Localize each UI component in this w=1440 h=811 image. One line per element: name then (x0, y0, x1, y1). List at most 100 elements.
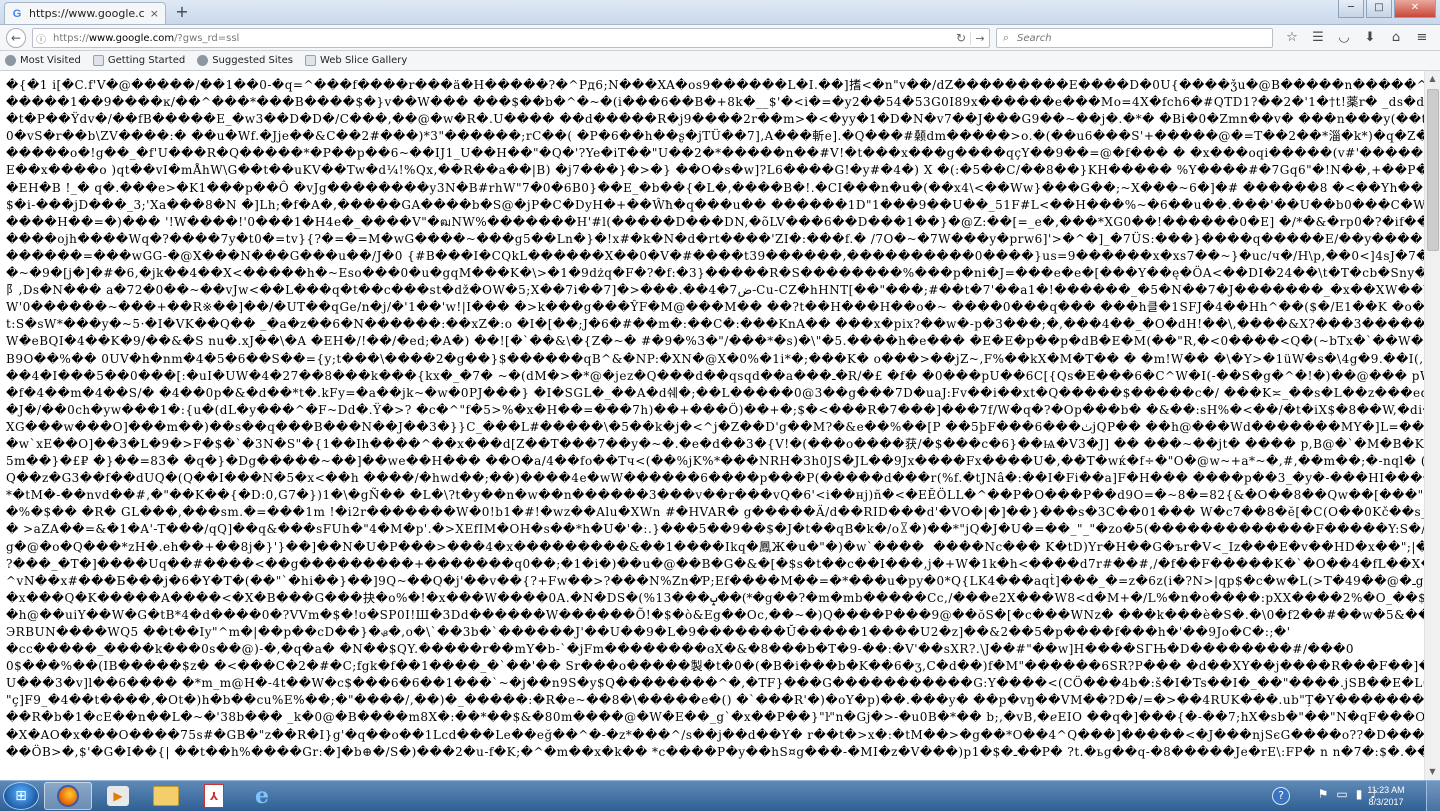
clock-time: 11:23 AM (1367, 785, 1405, 795)
gear-icon (5, 55, 16, 66)
tab-strip: G https://www.google.com/?g × + ─ □ ✕ (0, 0, 1440, 25)
scroll-up-arrow-icon[interactable]: ▲ (1425, 71, 1440, 87)
maximize-button[interactable]: □ (1366, 0, 1392, 18)
taskbar-firefox[interactable] (44, 782, 92, 810)
bookmark-web-slice-gallery[interactable]: Web Slice Gallery (300, 55, 414, 66)
bookmark-getting-started[interactable]: Getting Started (88, 55, 192, 66)
flag-icon[interactable]: ⚑ (1318, 787, 1329, 801)
garbled-text-line: ����ojh����Wq�?����7y�t0�=tv}{?�=�=M�wG�… (6, 231, 1424, 246)
tab-title: https://www.google.com/?g (29, 7, 144, 20)
new-tab-button[interactable]: + (172, 3, 192, 21)
close-window-button[interactable]: ✕ (1394, 0, 1436, 18)
garbled-text-line: �t�P��Ÿdv�/��fB�����E_�w3��D�D�/C���,��@… (6, 112, 1424, 127)
taskbar-internet-explorer[interactable]: e (238, 782, 286, 810)
close-tab-icon[interactable]: × (150, 7, 159, 20)
garbled-text-line: �cc�����_����k���0s��@)-�,�q�a� �N��$QY.… (6, 642, 1355, 657)
garbled-text-line: �{�1 i[�C.f'V�@�����/��1��0-�q=^���f����… (6, 78, 1424, 92)
download-icon[interactable]: ⬇ (1357, 29, 1383, 47)
bookmark-most-visited[interactable]: Most Visited (0, 55, 88, 66)
garbled-text-line: $�i-���jD���_3;'Xa���8�N �]Lh;�f�A�,����… (6, 197, 1424, 212)
vertical-scrollbar[interactable]: ▲ ▼ (1424, 71, 1440, 780)
reload-icon[interactable]: ↻ (952, 31, 970, 45)
internet-explorer-icon: e (255, 783, 269, 809)
windows-taskbar: ⊞ ▶ ⅄ e ? ⚑ ▭ ▮ ♪ 11:23 AM 8/3/2017 (0, 780, 1440, 811)
start-button[interactable]: ⊞ (3, 782, 39, 810)
garbled-text-line: 0$���%��(IB�����$z� �<���C�2�#�C;fgk�f��… (6, 659, 1424, 674)
garbled-text-line: g�@�o�Q���*zH�.eh��+��8j�}'}��]��N�U�P��… (6, 539, 1424, 554)
system-clock[interactable]: 11:23 AM 8/3/2017 (1366, 784, 1406, 808)
garbled-text-line: ��4�I���5��0���[:�uI�UW�4�27��8���k���{k… (6, 368, 1424, 383)
bookmark-suggested-sites[interactable]: Suggested Sites (192, 55, 300, 66)
garbled-text-line: ^vN��x#���Б���j�6�Y�T�(��"`�hi��}��]9Q~�… (6, 573, 1424, 588)
network-icon[interactable]: ▮ (1356, 787, 1363, 801)
garbled-text-line: XG���w���O]���m��)��s��q���B���N��J��3�}… (6, 419, 1424, 434)
garbled-text-line: ����H��=�)��� '!W����!'0���1�H4e�_����V"… (6, 214, 1424, 229)
menu-icon[interactable]: ≡ (1409, 29, 1435, 47)
show-desktop-button[interactable] (1426, 781, 1440, 811)
garbled-text-line: ?���_�T�]����Uq��#����<��g���������+����… (6, 556, 1424, 571)
search-input[interactable] (1015, 31, 1259, 45)
garbled-text-line: ЭRBUN����WQ5 ��t��Iy"^m�|��p��cD��}�ᏸ�,o… (6, 625, 1291, 639)
garbled-text-line: �����1��9����ĸ/��^���*���B����$�}v��W���… (6, 95, 1424, 110)
address-bar[interactable]: ⓘ https://www.google.com/?gws_rd=ssl ↻ → (32, 28, 990, 48)
page-icon (304, 55, 316, 66)
garbled-text-line: �EH�B !_� q�.���e>�K1���p��Ô �vJg�������… (6, 180, 1424, 195)
search-icon[interactable]: ⌕ (997, 31, 1015, 45)
garbled-text-line: � >aZA��=&�1�A'-T���/qQ]��q&���sFUh�"4�M… (6, 522, 1424, 537)
url-host: www.google.com (88, 32, 175, 44)
monitor-icon[interactable]: ▭ (1336, 787, 1347, 801)
globe-icon (197, 55, 209, 66)
google-favicon-icon: G (12, 7, 22, 20)
page-content: �{�1 i[�C.f'V�@�����/��1��0-�q=^���f����… (0, 71, 1424, 780)
pocket-icon[interactable]: ◡ (1331, 29, 1357, 47)
taskbar-pdf-reader[interactable]: ⅄ (190, 782, 238, 810)
help-icon[interactable]: ? (1272, 787, 1290, 805)
garbled-text-line: �~�9�[j�]�#�6,�jk��4��X<�����h�~Eso���0�… (6, 266, 1424, 281)
reading-list-icon[interactable]: ☰ (1305, 29, 1331, 47)
garbled-text-line: �h@��uiY��W�G�tB*4�d����0�?VVm�$�!ʊ�SP0I… (6, 607, 1424, 622)
bookmark-label: Getting Started (107, 55, 186, 66)
browser-tab[interactable]: G https://www.google.com/?g × (4, 2, 166, 24)
url-text[interactable]: https://www.google.com/?gws_rd=ssl (49, 33, 952, 44)
garbled-text-line: W�eBQI�4��K�9/��&�S nu�.xJ��\�A �EH�/!��… (6, 334, 1424, 349)
window-controls: ─ □ ✕ (1338, 0, 1436, 18)
file-explorer-icon (153, 786, 179, 806)
go-arrow-icon[interactable]: → (970, 31, 989, 45)
garbled-text-body: �{�1 i[�C.f'V�@�����/��1��0-�q=^���f����… (0, 71, 1424, 761)
garbled-text-line: ��R�b�1�cE��n��L�~�'38b��� _k�0@�B����m8… (6, 710, 1424, 725)
bookmarks-toolbar: Most Visited Getting Started Suggested S… (0, 51, 1440, 71)
scroll-down-arrow-icon[interactable]: ▼ (1425, 764, 1440, 780)
search-bar[interactable]: ⌕ (996, 28, 1273, 48)
url-path: /?gws_rd=ssl (174, 32, 240, 44)
garbled-text-line: ������=���wGG-�@X���N���G���u��/J�0 {#B�… (6, 248, 1424, 263)
taskbar-media-player[interactable]: ▶ (94, 782, 142, 810)
star-icon[interactable]: ☆ (1279, 29, 1305, 47)
garbled-text-line: *�tM�-��nvd��#,�"��K��{�D:0,G7�})1�\�gÑ�… (6, 488, 1424, 503)
garbled-text-line: Q��z�G3��f��dUQ�(Q��I���N�5�x<��h ����/�… (6, 471, 1424, 486)
firefox-icon (57, 785, 79, 807)
media-player-icon: ▶ (107, 786, 129, 806)
garbled-text-line: �x���Q�K�����A����<�X�B���G���抉�o%�!�x��… (6, 590, 1424, 605)
back-button[interactable]: ← (6, 28, 26, 48)
clock-date: 8/3/2017 (1368, 797, 1404, 807)
garbled-text-line: E��x����o )qt��vI�mÅhW\G��t��uKV��Tw�d¼!… (6, 163, 1424, 178)
scrollbar-thumb[interactable] (1427, 89, 1439, 251)
site-info-icon[interactable]: ⓘ (33, 31, 49, 46)
garbled-text-line: �����o�!g��_�f'U���R�Q�����*�P��p��6~��I… (6, 146, 1424, 161)
home-icon[interactable]: ⌂ (1383, 29, 1409, 47)
garbled-text-line: �w`xE��O]��3�L�9�>F�$�`�3N�S"�{1��Ih����… (6, 436, 1424, 451)
toolbar-icons: ☆ ☰ ◡ ⬇ ⌂ ≡ (1279, 29, 1435, 47)
navigation-toolbar: ← ⓘ https://www.google.com/?gws_rd=ssl ↻… (0, 25, 1440, 51)
bookmark-label: Suggested Sites (212, 55, 293, 66)
pdf-reader-icon: ⅄ (204, 784, 224, 808)
garbled-text-line: "ç]F9_�4��t����,�Ot�)h�b��cu%E%��;�"����… (6, 693, 1424, 708)
garbled-text-line: 5m��}�£₽ �}��=83� �q�}�Dg�����~��]��we��… (6, 454, 1424, 469)
garbled-text-line: �%�$�� �R� GL���,���sm.�=���1m !�i2r����… (6, 505, 1424, 520)
garbled-text-line: B9O��%�� 0UV�h�nm�4�5�6��S��={y;t���\���… (6, 351, 1424, 366)
garbled-text-line: �X�AO�x���O����75s#�GB�"z��R�I}g'�q��o��… (6, 727, 1424, 742)
minimize-button[interactable]: ─ (1338, 0, 1364, 18)
url-scheme: https:// (53, 32, 89, 44)
taskbar-file-explorer[interactable] (142, 782, 190, 810)
garbled-text-line: U���3�v]l��6���� �*m_m@H�-4t��W�c$���6�6… (6, 676, 1424, 691)
garbled-text-line: W'0������~���+��R※��]��/�UT��qGe/n�j/�'1… (6, 300, 1424, 315)
